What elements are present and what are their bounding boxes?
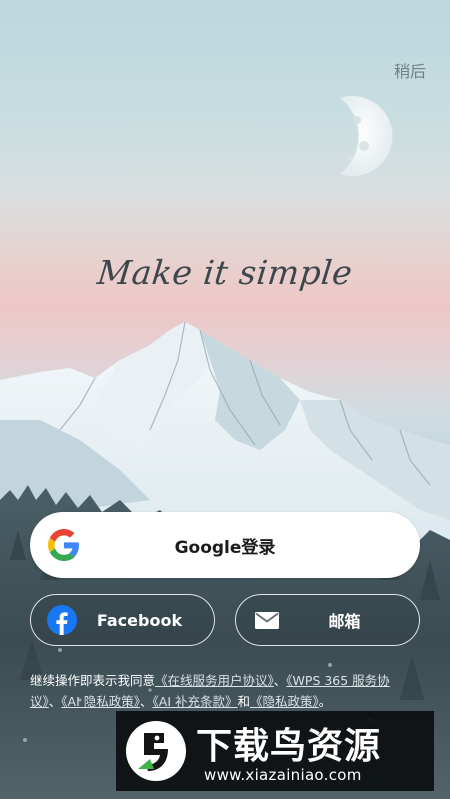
facebook-login-button[interactable]: Facebook [30,594,215,646]
link-ai-supplementary-terms[interactable]: 《AI 补充条款》 [153,694,238,709]
google-login-button[interactable]: Google登录 [30,512,420,578]
agreement-separator: 、 [273,673,287,688]
facebook-icon [47,605,77,635]
moon-icon [340,95,393,176]
watermark-url: www.xiazainiao.com [204,766,362,784]
agreement-text: 继续操作即表示我同意《在线服务用户协议》、《WPS 365 服务协议》、《AI … [30,670,420,712]
tagline: Make it simple [95,253,355,292]
skip-button[interactable]: 稍后 [394,58,426,82]
email-login-button[interactable]: 邮箱 [235,594,420,646]
bird-logo-icon [126,721,186,781]
watermark-banner: 下载鸟资源 www.xiazainiao.com [116,711,434,791]
agreement-suffix: 。 [318,694,332,709]
link-ai-privacy-policy[interactable]: 《AI 隐私政策》 [61,694,140,709]
agreement-separator: 、 [140,694,153,709]
agreement-prefix: 继续操作即表示我同意 [30,673,156,688]
google-icon [48,529,79,561]
agreement-and: 和 [237,694,250,709]
envelope-icon [255,612,279,629]
google-login-label: Google登录 [174,537,276,558]
agreement-separator: 、 [48,694,62,709]
link-online-service-agreement[interactable]: 《在线服务用户协议》 [155,673,274,688]
watermark-title: 下载鸟资源 [196,726,382,767]
link-privacy-policy[interactable]: 《隐私政策》 [250,694,319,709]
login-screen: 稍后 Make it simple Google登录 Facebook 邮箱 继… [0,0,450,799]
